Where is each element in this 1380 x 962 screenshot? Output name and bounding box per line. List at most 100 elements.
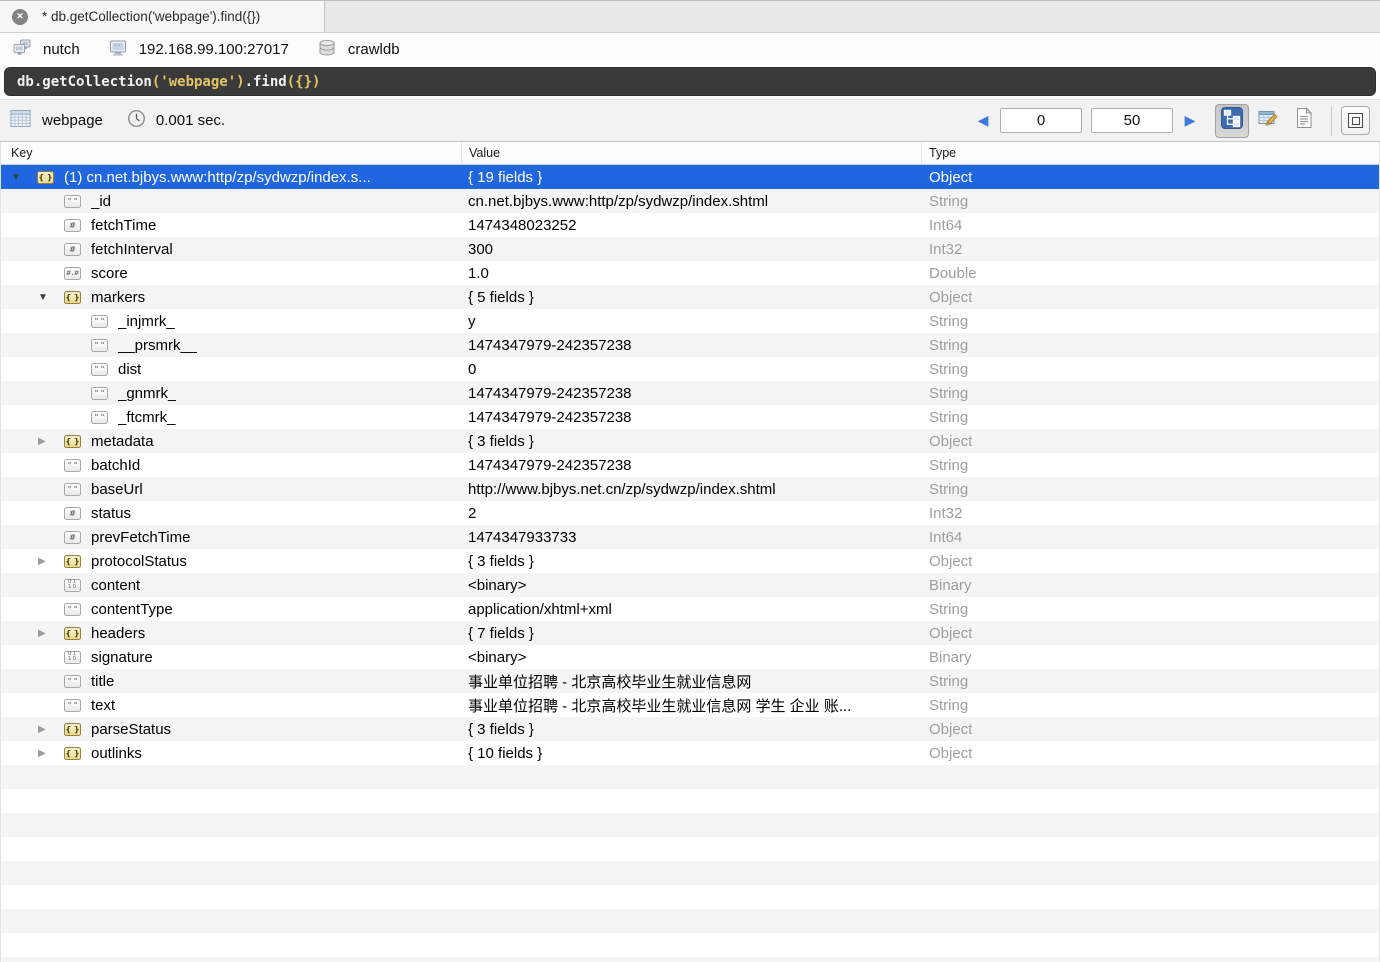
string-icon: " " (91, 411, 108, 424)
object-icon: { } (64, 627, 81, 640)
row-key: dist (118, 361, 141, 378)
limit-input[interactable] (1091, 108, 1173, 133)
table-row[interactable]: " "title事业单位招聘 - 北京高校毕业生就业信息网String (1, 669, 1379, 693)
row-type: String (921, 381, 1379, 405)
table-row[interactable]: " "_injmrk_yString (1, 309, 1379, 333)
connection-name: nutch (43, 41, 80, 58)
table-row[interactable]: " "_ftcmrk_1474347979-242357238String (1, 405, 1379, 429)
string-icon: " " (91, 315, 108, 328)
table-row[interactable]: " "dist0String (1, 357, 1379, 381)
table-view-icon (1257, 107, 1279, 134)
query-tab[interactable]: ✕ * db.getCollection('webpage').find({}) (0, 1, 325, 32)
int-icon: # (64, 219, 81, 232)
row-type: Object (921, 165, 1379, 189)
row-value: 300 (461, 237, 921, 261)
server-icon (108, 38, 128, 62)
row-value: application/xhtml+xml (461, 597, 921, 621)
empty-row (1, 957, 1379, 962)
table-row[interactable]: #prevFetchTime1474347933733Int64 (1, 525, 1379, 549)
object-icon: { } (64, 555, 81, 568)
skip-input[interactable] (1000, 108, 1082, 133)
table-row[interactable]: ▶{ }outlinks{ 10 fields }Object (1, 741, 1379, 765)
clock-icon (127, 109, 146, 133)
table-row[interactable]: " "text事业单位招聘 - 北京高校毕业生就业信息网 学生 企业 账...S… (1, 693, 1379, 717)
table-row[interactable]: 01 10content<binary>Binary (1, 573, 1379, 597)
string-icon: " " (91, 339, 108, 352)
query-segment: .find (245, 74, 287, 90)
close-tab-icon[interactable]: ✕ (12, 9, 28, 25)
column-header-key[interactable]: Key (1, 146, 461, 160)
row-key: title (91, 673, 114, 690)
row-type: String (921, 405, 1379, 429)
table-row[interactable]: " "__prsmrk__1474347979-242357238String (1, 333, 1379, 357)
grid-header: Key Value Type (1, 142, 1379, 165)
table-row[interactable]: ▶{ }protocolStatus{ 3 fields }Object (1, 549, 1379, 573)
expand-arrow[interactable]: ▶ (36, 748, 64, 759)
table-row[interactable]: #fetchTime1474348023252Int64 (1, 213, 1379, 237)
query-text: db.getCollection('webpage').find({}) (17, 74, 320, 90)
tab-strip-empty (325, 1, 1380, 32)
row-key: outlinks (91, 745, 142, 762)
table-row[interactable]: ▼{ }markers{ 5 fields }Object (1, 285, 1379, 309)
object-icon: { } (64, 723, 81, 736)
pagination: ◀ ▶ (975, 108, 1198, 133)
expand-arrow[interactable]: ▶ (36, 628, 64, 639)
query-input[interactable]: db.getCollection('webpage').find({}) (4, 67, 1376, 96)
object-icon: { } (64, 747, 81, 760)
row-key: status (91, 505, 131, 522)
maximize-results-button[interactable] (1341, 106, 1370, 135)
expand-arrow[interactable]: ▼ (36, 292, 64, 303)
collection-grid-icon (10, 109, 31, 133)
expand-arrow[interactable]: ▼ (9, 172, 37, 183)
string-icon: " " (64, 483, 81, 496)
expand-arrow[interactable]: ▶ (36, 724, 64, 735)
double-icon: #.# (64, 267, 81, 280)
table-view-button[interactable] (1251, 104, 1285, 138)
text-view-button[interactable] (1287, 104, 1321, 138)
row-type: String (921, 333, 1379, 357)
int-icon: # (64, 507, 81, 520)
row-key: baseUrl (91, 481, 143, 498)
collection-name: webpage (42, 112, 103, 129)
breadcrumb: nutch 192.168.99.100:27017 (0, 33, 1380, 66)
row-value: { 10 fields } (461, 741, 921, 765)
row-type: String (921, 669, 1379, 693)
row-type: Int32 (921, 237, 1379, 261)
prev-page-button[interactable]: ◀ (975, 112, 991, 129)
text-view-icon (1294, 107, 1314, 134)
table-row[interactable]: #status2Int32 (1, 501, 1379, 525)
row-value: 事业单位招聘 - 北京高校毕业生就业信息网 (461, 669, 921, 693)
tree-view-icon (1221, 107, 1243, 134)
row-type: Object (921, 549, 1379, 573)
table-row[interactable]: ▶{ }metadata{ 3 fields }Object (1, 429, 1379, 453)
row-value: 1474347979-242357238 (461, 405, 921, 429)
table-row[interactable]: " "contentTypeapplication/xhtml+xmlStrin… (1, 597, 1379, 621)
column-header-value[interactable]: Value (461, 142, 921, 164)
table-row[interactable]: #fetchInterval300Int32 (1, 237, 1379, 261)
table-row[interactable]: " "baseUrlhttp://www.bjbys.net.cn/zp/syd… (1, 477, 1379, 501)
expand-arrow[interactable]: ▶ (36, 436, 64, 447)
expand-arrow[interactable]: ▶ (36, 556, 64, 567)
row-value: 1.0 (461, 261, 921, 285)
row-type: String (921, 477, 1379, 501)
table-row[interactable]: " "_idcn.net.bjbys.www:http/zp/sydwzp/in… (1, 189, 1379, 213)
query-elapsed-time: 0.001 sec. (156, 112, 225, 129)
row-key: _injmrk_ (118, 313, 175, 330)
table-row[interactable]: " "_gnmrk_1474347979-242357238String (1, 381, 1379, 405)
table-row[interactable]: 01 10signature<binary>Binary (1, 645, 1379, 669)
table-row[interactable]: " "batchId1474347979-242357238String (1, 453, 1379, 477)
row-key: batchId (91, 457, 140, 474)
object-icon: { } (64, 435, 81, 448)
breadcrumb-server: 192.168.99.100:27017 (108, 38, 289, 62)
database-icon (317, 38, 337, 62)
table-row[interactable]: ▼{ }(1) cn.net.bjbys.www:http/zp/sydwzp/… (1, 165, 1379, 189)
empty-row (1, 837, 1379, 861)
tree-view-button[interactable] (1215, 104, 1249, 138)
row-value: 事业单位招聘 - 北京高校毕业生就业信息网 学生 企业 账... (461, 693, 921, 717)
table-row[interactable]: ▶{ }headers{ 7 fields }Object (1, 621, 1379, 645)
table-row[interactable]: #.#score1.0Double (1, 261, 1379, 285)
column-header-type[interactable]: Type (921, 142, 1379, 164)
string-icon: " " (64, 195, 81, 208)
next-page-button[interactable]: ▶ (1182, 112, 1198, 129)
table-row[interactable]: ▶{ }parseStatus{ 3 fields }Object (1, 717, 1379, 741)
